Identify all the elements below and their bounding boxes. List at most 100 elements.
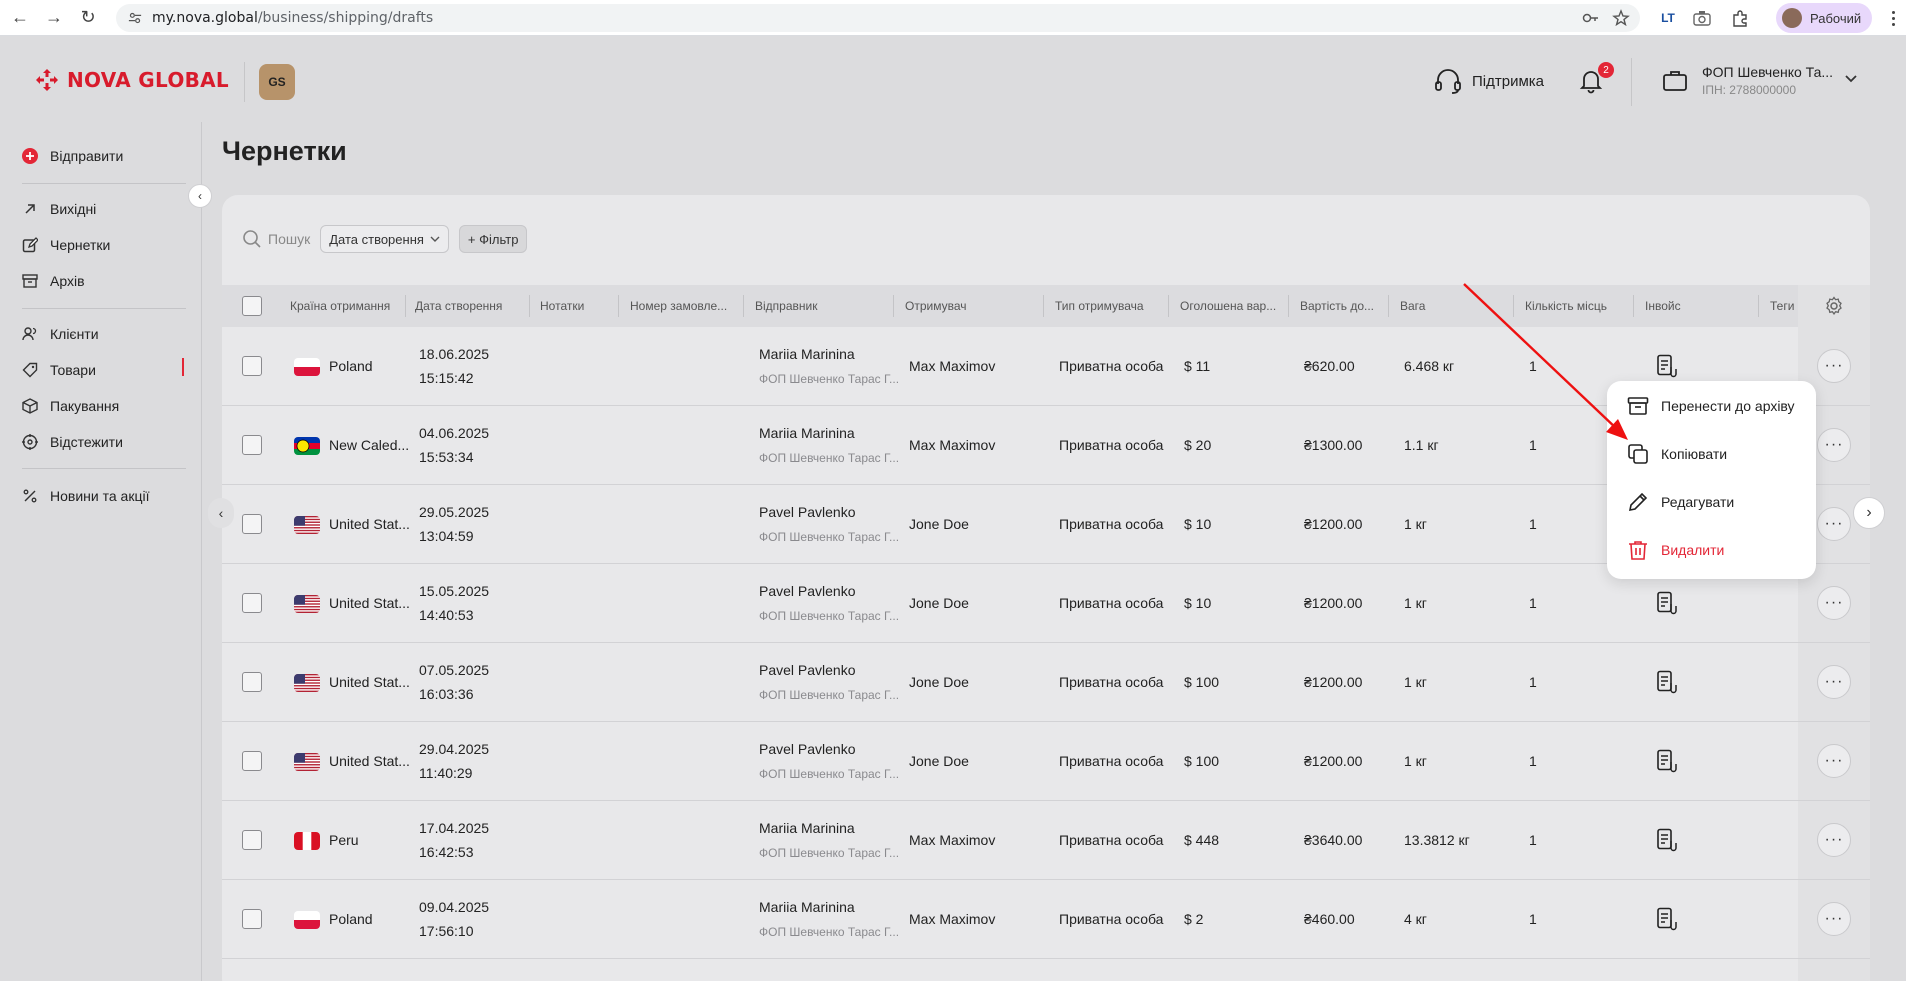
column-header[interactable]: Теги xyxy=(1770,285,1798,327)
table-row[interactable]: United Stat... 29.04.2025 11:40:29 Pavel Pa… xyxy=(222,722,1870,801)
invoice-icon[interactable] xyxy=(1656,670,1678,694)
chevron-down-icon[interactable] xyxy=(1844,74,1858,84)
country-cell: United Stat... xyxy=(329,516,409,532)
gear-icon[interactable] xyxy=(1824,296,1844,316)
extensions-puzzle-icon[interactable] xyxy=(1728,6,1752,30)
back-arrow-icon[interactable]: ← xyxy=(6,4,34,32)
declared-value-cell: $ 10 xyxy=(1184,595,1212,611)
recipient-cell: Jone Doe xyxy=(909,516,969,532)
workspace-badge[interactable]: GS xyxy=(259,64,295,100)
column-header[interactable]: Номер замовле... xyxy=(630,285,738,327)
chevron-down-icon xyxy=(430,236,440,242)
forward-arrow-icon[interactable]: → xyxy=(40,4,68,32)
row-actions-button[interactable]: ··· xyxy=(1817,349,1851,383)
row-actions-button[interactable]: ··· xyxy=(1817,428,1851,462)
row-actions-button[interactable]: ··· xyxy=(1817,823,1851,857)
send-button[interactable]: Відправити xyxy=(22,148,123,164)
sort-dropdown[interactable]: Дата створення xyxy=(320,225,449,253)
tag-icon xyxy=(22,362,38,378)
sidebar-item-track[interactable]: Відстежити xyxy=(22,434,123,450)
column-header[interactable]: Отримувач xyxy=(905,285,1005,327)
country-cell: New Caled... xyxy=(329,437,409,453)
invoice-icon[interactable] xyxy=(1656,354,1678,378)
row-actions-button[interactable]: ··· xyxy=(1817,507,1851,541)
column-header[interactable]: Оголошена вар... xyxy=(1180,285,1280,327)
row-actions-button[interactable]: ··· xyxy=(1817,665,1851,699)
send-label: Відправити xyxy=(50,148,124,164)
sidebar-item-drafts[interactable]: Чернетки xyxy=(22,237,110,253)
row-checkbox[interactable] xyxy=(242,356,262,376)
company-switcher[interactable]: ФОП Шевченко Та... ІПН: 2788000000 xyxy=(1662,64,1833,97)
invoice-icon[interactable] xyxy=(1656,907,1678,931)
invoice-icon[interactable] xyxy=(1656,749,1678,773)
column-header[interactable]: Вартість до... xyxy=(1300,285,1382,327)
table-row[interactable]: Peru 17.04.2025 16:42:53 Mariia Marinina ФОП… xyxy=(222,801,1870,880)
table-row[interactable]: Poland 09.04.2025 17:56:10 Mariia Marinina Ф… xyxy=(222,880,1870,959)
country-cell: United Stat... xyxy=(329,674,409,690)
profile-button[interactable]: Рабочий xyxy=(1776,3,1872,33)
row-checkbox[interactable] xyxy=(242,830,262,850)
row-actions-button[interactable]: ··· xyxy=(1817,586,1851,620)
column-header[interactable]: Інвойс xyxy=(1645,285,1725,327)
row-checkbox[interactable] xyxy=(242,593,262,613)
row-checkbox[interactable] xyxy=(242,751,262,771)
select-all-checkbox[interactable] xyxy=(242,285,262,327)
date-cell: 29.05.2025 xyxy=(419,504,490,520)
row-actions-button[interactable]: ··· xyxy=(1817,902,1851,936)
logo[interactable]: NOVA GLOBAL xyxy=(35,68,229,92)
collapse-sidebar-button[interactable]: ‹ xyxy=(188,184,212,208)
divider xyxy=(22,183,186,184)
country-flag-icon xyxy=(294,674,320,692)
sidebar-item-news[interactable]: Новини та акції xyxy=(22,488,149,504)
column-header[interactable]: Тип отримувача xyxy=(1055,285,1155,327)
column-header[interactable]: Дата створення xyxy=(415,285,515,327)
extension-lt-icon[interactable]: LT xyxy=(1656,6,1680,30)
support-button[interactable]: Підтримка xyxy=(1434,68,1544,94)
row-checkbox[interactable] xyxy=(242,435,262,455)
delete-menu-item[interactable]: Видалити xyxy=(1627,539,1724,561)
key-icon[interactable] xyxy=(1582,9,1600,27)
search-input[interactable]: Пошук xyxy=(242,229,310,249)
weight-cell: 1 кг xyxy=(1404,595,1427,611)
places-cell: 1 xyxy=(1529,911,1537,927)
profile-label: Рабочий xyxy=(1810,10,1862,26)
date-cell: 15.05.2025 xyxy=(419,583,490,599)
divider xyxy=(1631,58,1632,106)
page-title: Чернетки xyxy=(222,136,347,166)
address-bar[interactable]: my.nova.global/business/shipping/drafts xyxy=(116,4,1640,32)
country-cell: United Stat... xyxy=(329,753,409,769)
archive-icon xyxy=(1627,397,1649,415)
camera-icon[interactable] xyxy=(1690,6,1714,30)
sidebar-item-goods[interactable]: Товари xyxy=(22,362,96,378)
star-icon[interactable] xyxy=(1612,9,1630,27)
sidebar-item-outgoing[interactable]: Вихідні xyxy=(22,201,96,217)
recipient-type-cell: Приватна особа xyxy=(1059,358,1164,374)
table-row[interactable]: United Stat... 07.05.2025 16:03:36 Pavel Pa… xyxy=(222,643,1870,722)
archive-menu-item[interactable]: Перенести до архіву xyxy=(1627,395,1795,417)
site-settings-icon[interactable] xyxy=(128,11,142,25)
row-actions-button[interactable]: ··· xyxy=(1817,744,1851,778)
scroll-right-button[interactable]: › xyxy=(1853,497,1885,529)
column-header[interactable]: Країна отримання xyxy=(290,285,394,327)
column-header[interactable]: Вага xyxy=(1400,285,1480,327)
sidebar-item-archive[interactable]: Архів xyxy=(22,273,85,289)
add-filter-button[interactable]: + Фільтр xyxy=(458,225,528,253)
browser-menu-icon[interactable] xyxy=(1884,6,1902,30)
edit-menu-item[interactable]: Редагувати xyxy=(1627,491,1734,513)
sidebar-item-packaging[interactable]: Пакування xyxy=(22,398,119,414)
scroll-left-button[interactable]: ‹ xyxy=(208,498,234,528)
invoice-icon[interactable] xyxy=(1656,828,1678,852)
sidebar-item-label: Пакування xyxy=(50,398,120,414)
profile-avatar xyxy=(1782,8,1802,28)
column-header[interactable]: Відправник xyxy=(755,285,865,327)
row-checkbox[interactable] xyxy=(242,672,262,692)
date-cell: 18.06.2025 xyxy=(419,346,490,362)
row-checkbox[interactable] xyxy=(242,909,262,929)
invoice-icon[interactable] xyxy=(1656,591,1678,615)
column-header[interactable]: Кількість місць xyxy=(1525,285,1625,327)
column-header[interactable]: Нотатки xyxy=(540,285,620,327)
reload-icon[interactable]: ↻ xyxy=(74,4,102,32)
row-checkbox[interactable] xyxy=(242,514,262,534)
copy-menu-item[interactable]: Копіювати xyxy=(1627,443,1727,465)
sidebar-item-clients[interactable]: Клієнти xyxy=(22,326,99,342)
